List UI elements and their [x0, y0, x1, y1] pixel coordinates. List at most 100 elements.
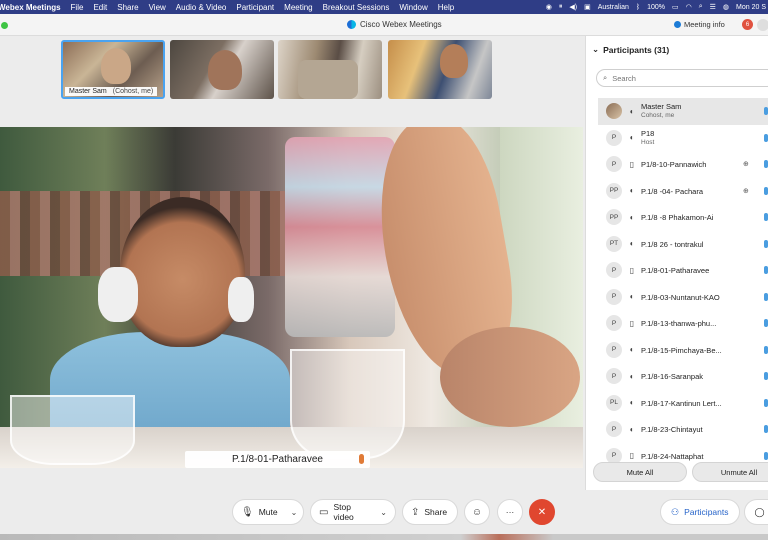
- speaker-name-tag: P.1/8-01-Patharavee: [185, 451, 370, 468]
- phone-icon: ▯: [629, 451, 635, 461]
- meeting-info-button[interactable]: Meeting info: [674, 20, 725, 29]
- mute-button[interactable]: 🎙 Mute ⌄: [232, 499, 304, 525]
- leave-meeting-button[interactable]: ✕: [529, 499, 555, 525]
- video-thumbnail-4[interactable]: [388, 40, 492, 99]
- siri-icon[interactable]: ◍: [723, 3, 729, 11]
- desktop-background-strip: [0, 534, 768, 540]
- participant-search[interactable]: ⌕: [596, 69, 768, 87]
- microphone-icon[interactable]: [764, 186, 768, 195]
- menu-audio-video[interactable]: Audio & Video: [176, 3, 227, 12]
- reactions-button[interactable]: ☺: [464, 499, 490, 525]
- menu-meeting[interactable]: Meeting: [284, 3, 312, 12]
- video-thumbnail-2[interactable]: [170, 40, 274, 99]
- mute-all-button[interactable]: Mute All: [593, 462, 687, 482]
- video-scene: [290, 349, 405, 459]
- microphone-icon[interactable]: [764, 239, 768, 248]
- search-input[interactable]: [612, 73, 763, 83]
- avatar: PP: [606, 182, 622, 199]
- clock[interactable]: Mon 20 S: [736, 4, 766, 11]
- participant-row[interactable]: PP ◐ P.1/8 -04- Pachara ⊕: [586, 178, 768, 205]
- phone-icon: ▯: [629, 159, 635, 169]
- share-button[interactable]: ⇪ Share: [402, 499, 458, 525]
- chevron-down-icon[interactable]: ⌄: [592, 44, 599, 55]
- microphone-icon[interactable]: [764, 107, 768, 115]
- audio-icon: ◐: [629, 424, 635, 434]
- menu-edit[interactable]: Edit: [93, 3, 107, 12]
- unmute-all-button[interactable]: Unmute All: [692, 462, 768, 482]
- tab-participants[interactable]: ⚇ Participants: [660, 499, 740, 525]
- participant-name: P1/8-10-Pannawich: [641, 160, 707, 169]
- more-options-button[interactable]: ···: [497, 499, 523, 525]
- participant-row[interactable]: P ◐ P.1/8-03-Nuntanut-KAO: [586, 284, 768, 311]
- microphone-icon[interactable]: [764, 372, 768, 380]
- info-icon: [674, 21, 681, 28]
- participant-role: Cohost, me: [641, 112, 675, 119]
- participant-row[interactable]: PP ◐ P.1/8 -8 Phakamon-Ai: [586, 204, 768, 231]
- menu-participant[interactable]: Participant: [236, 3, 274, 12]
- menu-view[interactable]: View: [149, 3, 166, 12]
- input-source[interactable]: Australian: [598, 4, 629, 11]
- zoom-window-button[interactable]: [1, 22, 8, 29]
- profile-button[interactable]: [757, 19, 768, 31]
- battery-icon[interactable]: ▭: [672, 3, 679, 11]
- menu-breakout-sessions[interactable]: Breakout Sessions: [323, 3, 390, 12]
- microphone-icon[interactable]: [764, 160, 768, 168]
- control-center-icon[interactable]: ☰: [710, 3, 716, 11]
- notification-badge[interactable]: 6: [742, 19, 753, 30]
- audio-icon: ◐: [629, 212, 635, 222]
- menu-file[interactable]: File: [71, 3, 84, 12]
- video-camera-icon: ▭: [319, 506, 329, 518]
- microphone-icon[interactable]: [764, 345, 768, 354]
- volume-icon[interactable]: ◀): [569, 3, 577, 11]
- spotlight-icon[interactable]: ⌕: [699, 3, 703, 11]
- meeting-info-label: Meeting info: [684, 20, 725, 29]
- active-speaker-video[interactable]: P.1/8-01-Patharavee: [0, 127, 583, 468]
- sharing-icon: ⊕: [743, 161, 749, 168]
- webex-status-icon[interactable]: ◉: [546, 3, 552, 11]
- avatar: P: [606, 315, 622, 332]
- stop-video-button[interactable]: ▭ Stop video ⌄: [310, 499, 396, 525]
- pause-icon[interactable]: ⏸: [559, 3, 563, 11]
- microphone-icon[interactable]: [764, 266, 768, 274]
- menu-share[interactable]: Share: [117, 3, 138, 12]
- bluetooth-icon[interactable]: ᛒ: [636, 4, 640, 11]
- participant-row[interactable]: P ▯ P.1/8-01-Patharavee: [586, 257, 768, 284]
- menu-bar: Webex Meetings File Edit Share View Audi…: [0, 0, 768, 14]
- participant-name: P.1/8-01-Patharavee: [641, 266, 710, 275]
- microphone-icon[interactable]: [764, 451, 768, 460]
- participant-row[interactable]: P ◐ P.1/8-23-Chintayut: [586, 416, 768, 443]
- microphone-icon[interactable]: [764, 133, 768, 142]
- participant-name: P.1/8-24-Nattaphat: [641, 451, 704, 461]
- window-title-text: Cisco Webex Meetings: [360, 20, 442, 29]
- participant-row[interactable]: PT ◐ P.1/8 26 - tontrakul: [586, 231, 768, 258]
- tab-chat[interactable]: ◯ Ch: [743, 499, 768, 525]
- wifi-icon[interactable]: ◠: [686, 3, 692, 11]
- avatar: P: [606, 341, 622, 358]
- participant-row[interactable]: P ◐ P18 Host: [586, 125, 768, 152]
- chevron-down-icon[interactable]: ⌄: [380, 508, 387, 517]
- microphone-icon[interactable]: [764, 398, 768, 407]
- app-menu[interactable]: Webex Meetings: [0, 3, 61, 12]
- participant-row[interactable]: P ▯ P.1/8-13-thanwa-phu...: [586, 310, 768, 337]
- microphone-icon[interactable]: [764, 213, 768, 221]
- video-thumbnail-self[interactable]: Master Sam (Cohost, me): [61, 40, 165, 99]
- flag-icon[interactable]: ▣: [584, 3, 591, 11]
- window-title: Cisco Webex Meetings: [347, 20, 442, 29]
- participants-header[interactable]: ⌄ Participants (31): [592, 44, 669, 55]
- participant-row[interactable]: P ▯ P1/8-10-Pannawich ⊕: [586, 151, 768, 178]
- video-scene: [10, 395, 135, 465]
- participant-row[interactable]: P ◐ P.1/8-16-Saranpak: [586, 363, 768, 390]
- sharing-icon: ⊕: [743, 187, 749, 195]
- menu-window[interactable]: Window: [399, 3, 427, 12]
- participant-row[interactable]: ◐ Master Sam Cohost, me: [598, 98, 768, 125]
- chevron-down-icon[interactable]: ⌄: [291, 508, 298, 517]
- microphone-icon[interactable]: [764, 425, 768, 433]
- participant-video: [101, 48, 131, 84]
- avatar: P: [606, 129, 622, 146]
- menu-help[interactable]: Help: [438, 3, 454, 12]
- microphone-icon[interactable]: [764, 292, 768, 301]
- video-thumbnail-3[interactable]: [278, 40, 382, 99]
- participant-row[interactable]: P ◐ P.1/8-15-Pimchaya-Be...: [586, 337, 768, 364]
- microphone-icon[interactable]: [764, 319, 768, 327]
- participant-row[interactable]: PL ◐ P.1/8-17-Kantinun Lert...: [586, 390, 768, 417]
